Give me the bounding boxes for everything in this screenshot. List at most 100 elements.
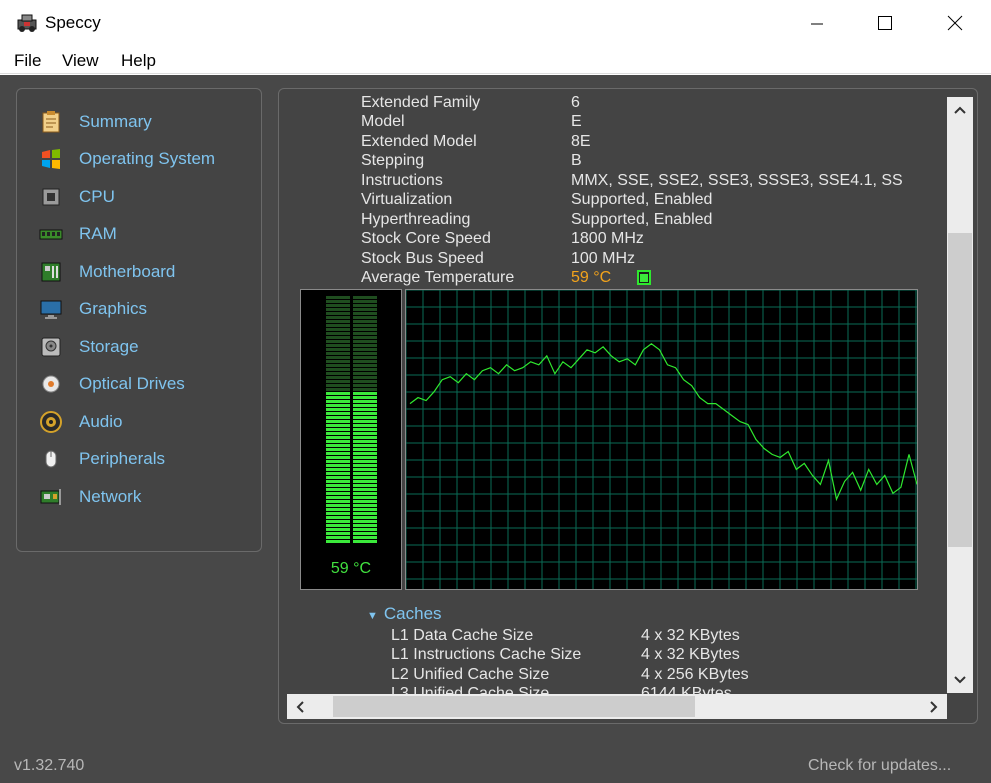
temperature-level-segment xyxy=(326,480,350,483)
horizontal-scroll-thumb[interactable] xyxy=(333,696,695,717)
temperature-level-segment xyxy=(353,524,377,527)
temperature-level-segment xyxy=(353,460,377,463)
temperature-level-segment xyxy=(353,532,377,535)
temperature-level-segment xyxy=(326,324,350,327)
sidebar-item-ram[interactable]: RAM xyxy=(39,221,117,247)
temperature-level-segment xyxy=(326,496,350,499)
temperature-level-segment xyxy=(353,516,377,519)
temperature-level-segment xyxy=(353,340,377,343)
scroll-down-button[interactable] xyxy=(947,667,973,693)
sidebar-item-peripherals[interactable]: Peripherals xyxy=(39,446,165,472)
temperature-level-segment xyxy=(353,432,377,435)
temperature-level-segment xyxy=(326,528,350,531)
motherboard-icon xyxy=(41,262,61,282)
vertical-scroll-thumb[interactable] xyxy=(948,233,972,547)
sidebar-item-label: Storage xyxy=(79,337,139,356)
temperature-level-segment xyxy=(326,440,350,443)
temperature-gauge[interactable]: 59 °C xyxy=(300,289,402,590)
menu-view[interactable]: View xyxy=(62,51,99,71)
sidebar-item-network[interactable]: Network xyxy=(39,484,141,510)
speccy-app-icon xyxy=(17,14,37,32)
temperature-level-segment xyxy=(353,408,377,411)
temperature-level-segment xyxy=(326,424,350,427)
horizontal-scrollbar[interactable] xyxy=(287,694,947,719)
temperature-level-segment xyxy=(353,304,377,307)
temperature-level-segment xyxy=(326,472,350,475)
average-temperature-value: 59 °C xyxy=(571,269,612,286)
temperature-level-segment xyxy=(353,528,377,531)
sidebar-item-label: Peripherals xyxy=(79,449,165,468)
temperature-level-segment xyxy=(326,512,350,515)
cache-key: L1 Instructions Cache Size xyxy=(391,646,582,663)
temperature-level-segment xyxy=(326,348,350,351)
temperature-level-segment xyxy=(353,396,377,399)
detail-value: Supported, Enabled xyxy=(571,211,713,228)
sidebar-item-operating-system[interactable]: Operating System xyxy=(39,146,215,172)
sidebar-item-optical-drives[interactable]: Optical Drives xyxy=(39,371,185,397)
sidebar-item-storage[interactable]: Storage xyxy=(39,334,139,360)
scroll-up-button[interactable] xyxy=(947,97,973,123)
minimize-button[interactable] xyxy=(794,0,840,46)
detail-value: MMX, SSE, SSE2, SSE3, SSSE3, SSE4.1, SS xyxy=(571,172,903,189)
temperature-history-graph[interactable] xyxy=(405,289,918,590)
temperature-level-segment xyxy=(326,380,350,383)
temperature-level-segment xyxy=(326,312,350,315)
sidebar-item-label: Operating System xyxy=(79,149,216,168)
check-for-updates-link[interactable]: Check for updates... xyxy=(808,757,951,775)
temperature-level-segment xyxy=(353,500,377,503)
detail-key: Stock Core Speed xyxy=(361,230,491,247)
temperature-level-segment xyxy=(326,444,350,447)
temperature-level-segment xyxy=(326,404,350,407)
vertical-scrollbar[interactable] xyxy=(947,97,973,693)
menu-file[interactable]: File xyxy=(14,51,41,71)
temperature-level-segment xyxy=(326,336,350,339)
temperature-level-segment xyxy=(326,428,350,431)
temperature-level-segment xyxy=(353,476,377,479)
scroll-left-button[interactable] xyxy=(287,694,313,719)
close-icon xyxy=(947,15,963,31)
temperature-level-segment xyxy=(326,320,350,323)
sidebar-item-motherboard[interactable]: Motherboard xyxy=(39,259,175,285)
detail-key: Model xyxy=(361,113,405,130)
cache-key: L1 Data Cache Size xyxy=(391,627,534,644)
temperature-level-segment xyxy=(326,372,350,375)
temperature-level-segment xyxy=(353,392,377,395)
temperature-level-segment xyxy=(353,440,377,443)
temperature-level-segment xyxy=(353,492,377,495)
temperature-level-segment xyxy=(326,500,350,503)
detail-key: Average Temperature xyxy=(361,269,515,286)
temperature-indicator-icon[interactable] xyxy=(637,270,651,285)
temperature-level-segment xyxy=(353,356,377,359)
temperature-level-segment xyxy=(326,356,350,359)
temperature-level-segment xyxy=(353,496,377,499)
temperature-level-segment xyxy=(353,488,377,491)
temperature-level-segment xyxy=(326,308,350,311)
temperature-level-segment xyxy=(353,336,377,339)
temperature-level-segment xyxy=(326,316,350,319)
temperature-level-segment xyxy=(353,360,377,363)
temperature-level-segment xyxy=(353,296,377,299)
temperature-level-segment xyxy=(326,488,350,491)
ram-module-icon xyxy=(39,229,63,240)
caches-section-toggle[interactable]: ▼ Caches xyxy=(367,604,442,624)
detail-value: 100 MHz xyxy=(571,250,636,267)
temperature-level-segment xyxy=(326,300,350,303)
sidebar-item-summary[interactable]: Summary xyxy=(39,109,152,135)
temperature-level-bars xyxy=(326,296,377,543)
cache-value: 4 x 32 KBytes xyxy=(641,627,740,644)
scroll-right-button[interactable] xyxy=(921,694,947,719)
temperature-history-plot xyxy=(405,289,918,589)
app-body: Summary Operating System CPU RAM Motherb… xyxy=(0,75,991,783)
detail-key: Virtualization xyxy=(361,191,453,208)
sidebar-item-cpu[interactable]: CPU xyxy=(39,184,115,210)
monitor-icon xyxy=(40,300,62,319)
temperature-level-segment xyxy=(326,376,350,379)
sidebar-item-audio[interactable]: Audio xyxy=(39,409,122,435)
menu-help[interactable]: Help xyxy=(121,51,156,71)
temperature-level-segment xyxy=(353,428,377,431)
temperature-level-segment xyxy=(353,468,377,471)
maximize-button[interactable] xyxy=(862,0,908,46)
close-button[interactable] xyxy=(932,0,978,46)
sidebar-item-graphics[interactable]: Graphics xyxy=(39,296,147,322)
temperature-level-segment xyxy=(326,476,350,479)
